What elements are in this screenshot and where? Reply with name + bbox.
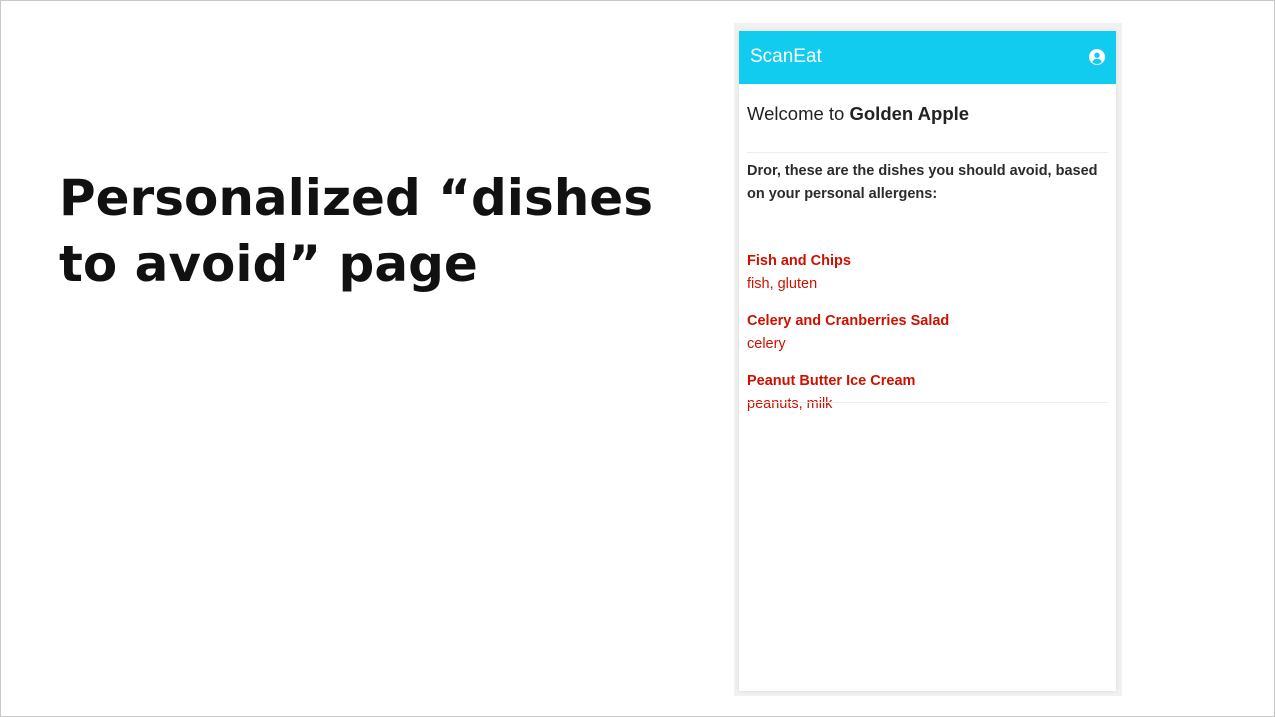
dish-name: Fish and Chips — [747, 253, 851, 269]
slide: Personalized “dishes to avoid” page Scan… — [0, 0, 1275, 717]
divider — [747, 402, 1108, 403]
restaurant-name: Golden Apple — [849, 103, 970, 124]
dish-name: Peanut Butter Ice Cream — [747, 373, 916, 389]
dish-allergens: fish, gluten — [747, 275, 818, 292]
dish-name: Celery and Cranberries Salad — [747, 313, 950, 329]
phone-mockup: ScanEat Welcome to Golden Apple Dror, th… — [734, 23, 1122, 696]
slide-title: Personalized “dishes to avoid” page — [59, 169, 653, 293]
app-screen: ScanEat Welcome to Golden Apple Dror, th… — [739, 31, 1116, 691]
dish-item: Celery and Cranberries Salad celery — [747, 310, 1107, 355]
dish-allergens: celery — [747, 335, 786, 352]
divider — [747, 152, 1108, 153]
dish-allergens: peanuts, milk — [747, 395, 833, 412]
user-circle-icon[interactable] — [1089, 49, 1105, 65]
allergen-intro-text: Dror, these are the dishes you should av… — [747, 163, 1098, 202]
app-bar: ScanEat — [739, 31, 1116, 84]
welcome-heading: Welcome to Golden Apple — [747, 102, 969, 126]
dish-item: Peanut Butter Ice Cream peanuts, milk — [747, 370, 1107, 415]
app-name[interactable]: ScanEat — [750, 46, 822, 68]
dish-item: Fish and Chips fish, gluten — [747, 250, 1107, 295]
welcome-prefix: Welcome to — [747, 103, 850, 124]
